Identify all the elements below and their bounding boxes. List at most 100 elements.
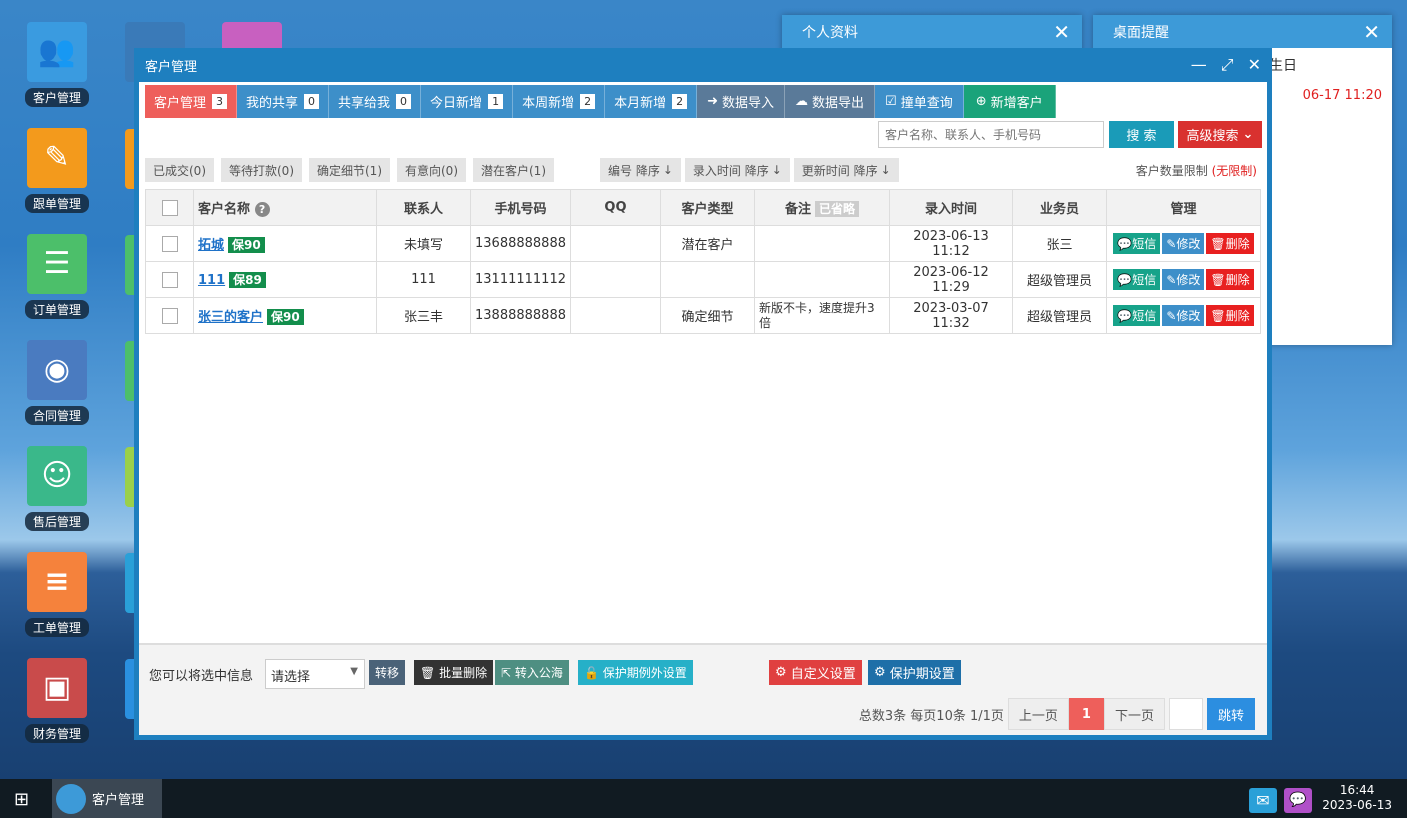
- staff-cell: 超级管理员: [1012, 298, 1106, 334]
- batch-select[interactable]: 请选择 ▼: [265, 659, 365, 689]
- row-checkbox[interactable]: [162, 236, 178, 252]
- contact-cell: 张三丰: [377, 298, 471, 334]
- desktop-icon-2[interactable]: ☰订单管理: [7, 234, 107, 319]
- app-glyph: ☺: [41, 461, 72, 491]
- chat-icon[interactable]: 💬: [1284, 788, 1312, 813]
- taskbar-task[interactable]: 客户管理: [52, 779, 162, 818]
- tab-6[interactable]: ➜数据导入: [697, 85, 785, 118]
- help-icon[interactable]: ?: [255, 202, 270, 217]
- search-button[interactable]: 搜 索: [1109, 121, 1174, 148]
- tab-8[interactable]: ☑撞单查询: [875, 85, 964, 118]
- type-cell: [660, 262, 754, 298]
- tab-5[interactable]: 本月新增2: [605, 85, 697, 118]
- delete-button[interactable]: 🗑删除: [1206, 269, 1253, 290]
- desktop-icon-label: 订单管理: [25, 300, 89, 319]
- desktop-icon-0[interactable]: 👥客户管理: [7, 22, 107, 107]
- filter-button[interactable]: 等待打款(0): [221, 158, 302, 182]
- tab-7[interactable]: ☁数据导出: [785, 85, 875, 118]
- advanced-search-button[interactable]: 高级搜索 ⌄: [1178, 121, 1262, 148]
- batch-delete-button[interactable]: 🗑 批量删除: [414, 660, 493, 685]
- tab-0[interactable]: 客户管理3: [145, 85, 237, 118]
- sms-label: 短信: [1132, 273, 1156, 287]
- edit-button[interactable]: ✎修改: [1162, 233, 1204, 254]
- sms-button[interactable]: 💬短信: [1113, 269, 1160, 290]
- desktop-icon-4[interactable]: ☺售后管理: [7, 446, 107, 531]
- mail-icon[interactable]: ✉: [1249, 788, 1277, 813]
- header-phone: 手机号码: [471, 190, 571, 226]
- customer-app-icon: [56, 784, 86, 814]
- desktop-icon-6[interactable]: ▣财务管理: [7, 658, 107, 743]
- type-cell: 潜在客户: [660, 226, 754, 262]
- filter-button[interactable]: 潜在客户(1): [473, 158, 554, 182]
- desktop-icon-1[interactable]: ✎跟单管理: [7, 128, 107, 213]
- search-input[interactable]: [878, 121, 1104, 148]
- staff-cell: 张三: [1012, 226, 1106, 262]
- customer-name-link[interactable]: 111: [198, 273, 225, 288]
- maximize-icon[interactable]: ⤢: [1221, 55, 1234, 75]
- minimize-icon[interactable]: —: [1191, 55, 1207, 75]
- delete-button[interactable]: 🗑删除: [1206, 305, 1253, 326]
- filter-button[interactable]: 确定细节(1): [309, 158, 390, 182]
- tab-2[interactable]: 共享给我 0: [329, 85, 421, 118]
- sms-button[interactable]: 💬短信: [1113, 305, 1160, 326]
- close-icon[interactable]: ✕: [1248, 55, 1261, 75]
- page-number-input[interactable]: [1169, 698, 1203, 730]
- app-glyph: ≡: [44, 567, 69, 597]
- note-cell: [754, 262, 889, 298]
- row-select-cell: [146, 262, 194, 298]
- prev-page-button[interactable]: 上一页: [1008, 698, 1069, 730]
- current-page[interactable]: 1: [1069, 698, 1104, 730]
- transfer-button[interactable]: 转移: [369, 660, 405, 685]
- tab-count-badge: 0: [396, 94, 411, 109]
- tab-1[interactable]: 我的共享0: [237, 85, 329, 118]
- delete-button[interactable]: 🗑删除: [1206, 233, 1253, 254]
- header-type: 客户类型: [660, 190, 754, 226]
- table-row[interactable]: 张三的客户保90张三丰13888888888确定细节新版不卡，速度提升3倍202…: [146, 298, 1261, 334]
- check-square-icon: ☑: [885, 94, 897, 109]
- desktop-icon-partial[interactable]: [222, 22, 282, 48]
- tab-9[interactable]: ⊕新增客户: [964, 85, 1056, 118]
- row-checkbox[interactable]: [162, 272, 178, 288]
- tab-count-badge: 3: [212, 94, 227, 109]
- close-icon[interactable]: ✕: [1053, 20, 1070, 44]
- desktop-icon-5[interactable]: ≡工单管理: [7, 552, 107, 637]
- desktop-icon-3[interactable]: ◉合同管理: [7, 340, 107, 425]
- edit-icon: ✎: [1166, 309, 1176, 323]
- table-row[interactable]: 拓城保90未填写13688888888潜在客户2023-06-13 11:12张…: [146, 226, 1261, 262]
- sort-button[interactable]: 录入时间 降序↓: [685, 158, 790, 182]
- window-header[interactable]: 客户管理 — ⤢ ✕: [139, 48, 1267, 82]
- tab-label: 我的共享: [246, 92, 298, 111]
- tab-4[interactable]: 本周新增2: [513, 85, 605, 118]
- trash-icon: 🗑: [1210, 237, 1225, 251]
- tab-label: 共享给我: [338, 92, 390, 111]
- protect-settings-button[interactable]: ⚙ 保护期设置: [868, 660, 961, 685]
- tab-bar: 客户管理3我的共享0 共享给我 0 今日新增1本周新增2本月新增2➜数据导入☁数据导出…: [145, 85, 1056, 118]
- sort-button[interactable]: 更新时间 降序↓: [794, 158, 899, 182]
- select-all-checkbox[interactable]: [162, 200, 178, 216]
- select-all-cell: [146, 190, 194, 226]
- edit-button[interactable]: ✎修改: [1162, 269, 1204, 290]
- gears-icon: ⚙: [874, 665, 886, 680]
- row-checkbox[interactable]: [162, 308, 178, 324]
- sort-button[interactable]: 编号 降序↓: [600, 158, 681, 182]
- customer-name-link[interactable]: 拓城: [198, 238, 224, 253]
- filter-button[interactable]: 有意向(0): [397, 158, 466, 182]
- reminder-panel-title: 桌面提醒: [1113, 22, 1169, 42]
- next-page-button[interactable]: 下一页: [1104, 698, 1165, 730]
- table-row[interactable]: 111保89111131111111122023-06-12 11:29超级管理…: [146, 262, 1261, 298]
- profile-panel-title: 个人资料: [802, 22, 858, 42]
- tab-count-badge: 2: [580, 94, 595, 109]
- tab-3[interactable]: 今日新增1: [421, 85, 513, 118]
- sms-button[interactable]: 💬短信: [1113, 233, 1160, 254]
- to-public-button[interactable]: ⇱ 转入公海: [495, 660, 569, 685]
- manage-cell: 💬短信✎修改🗑删除: [1106, 226, 1260, 262]
- custom-settings-button[interactable]: ⚙ 自定义设置: [769, 660, 862, 685]
- filter-button[interactable]: 已成交(0): [145, 158, 214, 182]
- status-filters: 已成交(0) 等待打款(0) 确定细节(1) 有意向(0) 潜在客户(1): [145, 158, 554, 182]
- protect-exception-button[interactable]: 🔓 保护期例外设置: [578, 660, 693, 685]
- jump-button[interactable]: 跳转: [1207, 698, 1255, 730]
- windows-start-icon[interactable]: ⊞: [14, 789, 29, 810]
- edit-button[interactable]: ✎修改: [1162, 305, 1204, 326]
- close-icon[interactable]: ✕: [1363, 20, 1380, 44]
- customer-name-link[interactable]: 张三的客户: [198, 310, 263, 325]
